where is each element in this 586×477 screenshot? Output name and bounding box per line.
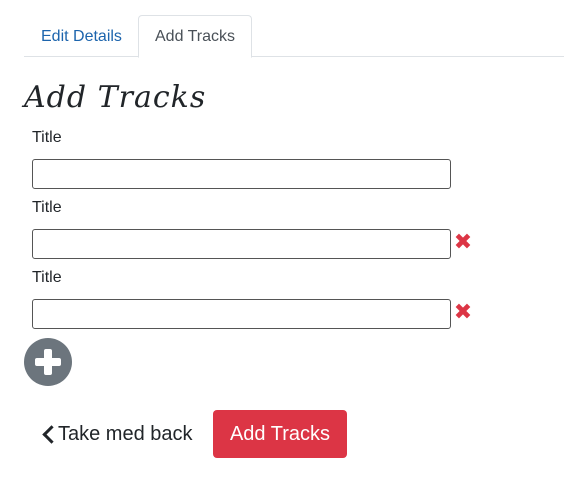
back-link-label: Take med back [58,422,193,445]
back-link[interactable]: Take med back [40,422,193,446]
track-title-label-3: Title [32,269,62,286]
track-title-label-1: Title [32,129,62,146]
track-title-input-2[interactable] [32,229,451,259]
page-title: Add Tracks [24,80,207,115]
tab-add-tracks[interactable]: Add Tracks [138,15,252,58]
track-title-input-1[interactable] [32,159,451,189]
close-icon: ✖ [453,230,473,255]
tab-bar: Edit Details Add Tracks [24,15,564,58]
track-title-input-3[interactable] [32,299,451,329]
chevron-left-icon [40,424,54,444]
add-tracks-submit-button[interactable]: Add Tracks [213,410,347,458]
close-icon: ✖ [453,300,473,325]
remove-track-3-button[interactable]: ✖ [453,300,473,325]
tab-edit-details[interactable]: Edit Details [24,15,138,57]
add-track-button[interactable] [24,338,72,386]
remove-track-2-button[interactable]: ✖ [453,230,473,255]
track-title-label-2: Title [32,199,62,216]
